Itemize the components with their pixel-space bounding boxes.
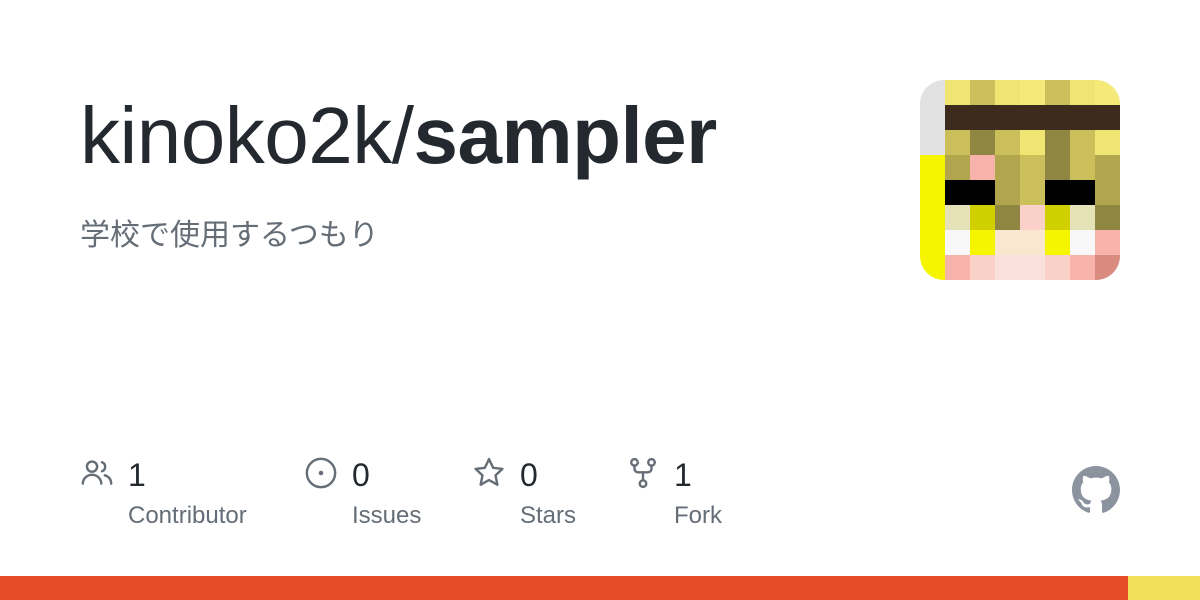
people-icon <box>80 456 114 490</box>
language-bar-segment <box>1128 576 1200 600</box>
github-mark-icon <box>1072 466 1120 514</box>
forks-label: Fork <box>674 502 722 529</box>
repo-name: sampler <box>413 91 717 180</box>
stars-label: Stars <box>520 502 577 529</box>
forks-count: 1 <box>674 457 692 493</box>
repo-title[interactable]: kinoko2k/sampler <box>80 88 717 184</box>
language-bar-segment <box>0 576 1128 600</box>
issues-label: Issues <box>352 502 422 529</box>
repo-forked-icon <box>626 456 660 490</box>
issue-opened-icon <box>304 456 338 490</box>
issues-count: 0 <box>352 457 370 493</box>
stars-count: 0 <box>520 457 538 493</box>
contributors-label: Contributor <box>128 502 247 529</box>
star-icon <box>472 456 506 490</box>
contributors-count: 1 <box>128 457 146 493</box>
repo-owner: kinoko2k/ <box>80 91 414 180</box>
owner-avatar[interactable] <box>920 80 1120 280</box>
avatar-pixel-art <box>920 80 1120 280</box>
repo-description: 学校で使用するつもり <box>80 218 379 253</box>
language-bar <box>0 576 1200 600</box>
